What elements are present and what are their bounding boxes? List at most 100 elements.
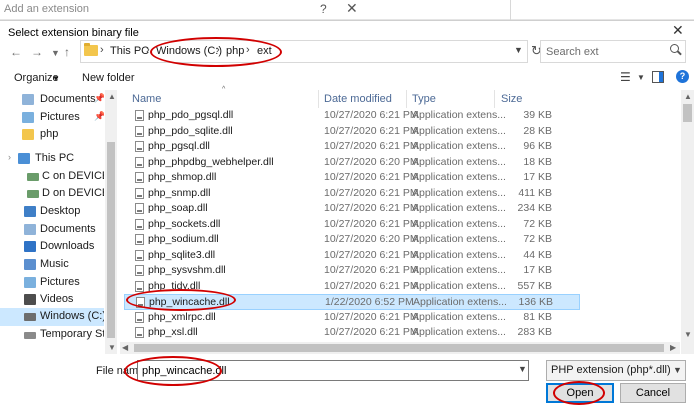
nav-item-d-on-device[interactable]: D on DEVICE-DE <box>0 185 104 203</box>
file-type-cell: Application extens... <box>412 233 506 245</box>
scroll-left-icon[interactable]: ◀ <box>122 343 128 352</box>
column-divider[interactable] <box>406 90 407 108</box>
file-type-cell: Application extens... <box>413 296 507 308</box>
nav-item-pictures[interactable]: Pictures <box>0 274 104 292</box>
search-icon[interactable] <box>670 44 679 53</box>
nav-item-this-pc[interactable]: › This PC <box>0 150 104 168</box>
nav-item-windows-c[interactable]: Windows (C:) <box>0 308 104 326</box>
date-modified-cell: 10/27/2020 6:21 PM <box>324 326 419 338</box>
scroll-right-icon[interactable]: ▶ <box>670 343 676 352</box>
table-row[interactable]: php_phpdbg_webhelper.dll 10/27/2020 6:20 … <box>124 155 580 171</box>
back-arrow-icon[interactable]: ← <box>10 45 22 59</box>
nav-item-documents-quick[interactable]: Documents 📌 <box>0 91 104 109</box>
nav-item-label: Documents <box>40 223 96 235</box>
file-type-cell: Application extens... <box>412 171 506 183</box>
file-name-cell: php_sockets.dll <box>148 217 221 230</box>
table-row[interactable]: php_soap.dll 10/27/2020 6:21 PM Applicatio… <box>124 201 580 217</box>
date-modified-cell: 10/27/2020 6:20 PM <box>324 155 419 168</box>
nav-item-temporary-storage[interactable]: Temporary Stora <box>0 326 104 344</box>
documents-icon <box>24 224 36 235</box>
view-dropdown-icon[interactable]: ▼ <box>637 73 645 82</box>
nav-item-desktop[interactable]: Desktop <box>0 203 104 221</box>
column-divider[interactable] <box>318 90 319 108</box>
nav-scrollbar-thumb[interactable] <box>107 142 115 338</box>
table-row[interactable]: php_pdo_sqlite.dll 10/27/2020 6:21 PM Appl… <box>124 124 580 140</box>
dll-file-icon <box>135 141 144 152</box>
nav-item-videos[interactable]: Videos <box>0 291 104 309</box>
background-window-titlebar: Add an extension ? ✕ <box>0 0 694 20</box>
forward-arrow-icon[interactable]: → <box>31 45 43 59</box>
nav-item-php[interactable]: php <box>0 126 104 144</box>
nav-scroll-up-icon[interactable]: ▲ <box>108 92 116 101</box>
date-modified-cell: 10/27/2020 6:21 PM <box>324 186 419 199</box>
help-circle-icon[interactable]: ? <box>676 70 689 83</box>
dll-file-icon <box>135 265 144 276</box>
table-row[interactable]: php_sqlite3.dll 10/27/2020 6:21 PM Applica… <box>124 248 580 264</box>
nav-item-pictures-quick[interactable]: Pictures 📌 <box>0 109 104 127</box>
organize-dropdown-icon[interactable]: ▼ <box>52 74 60 83</box>
column-divider[interactable] <box>494 90 495 108</box>
dialog-close-icon[interactable]: ✕ <box>672 22 684 39</box>
column-header-type[interactable]: Type <box>412 93 436 105</box>
list-scrollbar[interactable] <box>681 90 694 354</box>
address-dropdown-icon[interactable]: ▼ <box>514 45 523 55</box>
network-drive-icon <box>27 173 39 181</box>
table-row[interactable]: php_sysvshm.dll 10/27/2020 6:21 PM Applica… <box>124 263 580 279</box>
date-modified-cell: 10/27/2020 6:21 PM <box>324 140 419 152</box>
nav-item-music[interactable]: Music <box>0 256 104 274</box>
file-type-select[interactable]: PHP extension (php*.dll) ▼ <box>546 360 686 381</box>
nav-item-downloads[interactable]: Downloads <box>0 238 104 256</box>
nav-item-label: Downloads <box>40 240 95 252</box>
view-options-icon[interactable]: ☰ <box>620 70 631 84</box>
file-size-cell: 72 KB <box>523 233 552 245</box>
folder-icon <box>22 129 34 140</box>
expand-chevron-icon[interactable]: › <box>8 152 11 162</box>
file-name-cell: php_pdo_sqlite.dll <box>148 124 233 137</box>
recent-locations-icon[interactable]: ▼ <box>51 48 60 58</box>
nav-item-c-on-device[interactable]: C on DEVICE-DE <box>0 168 104 186</box>
file-type-cell: Application extens... <box>412 264 506 276</box>
dll-file-icon <box>135 156 144 168</box>
table-row[interactable]: php_sockets.dll 10/27/2020 6:21 PM Applica… <box>124 217 580 233</box>
column-header-date[interactable]: Date modified <box>324 93 392 105</box>
table-row[interactable]: php_xmlrpc.dll 10/27/2020 6:21 PM Applicat… <box>124 310 580 326</box>
annotation-circle-file-name <box>124 356 222 386</box>
preview-pane-icon[interactable] <box>652 71 664 83</box>
file-type-cell: Application extens... <box>412 310 506 323</box>
breadcrumb-this-pc[interactable]: This PC <box>110 45 149 57</box>
file-size-cell: 283 KB <box>517 326 552 338</box>
nav-item-label: D on DEVICE-DE <box>42 187 104 199</box>
dll-file-icon <box>135 311 144 323</box>
new-folder-button[interactable]: New folder <box>82 72 135 84</box>
file-name-cell: php_snmp.dll <box>148 186 211 199</box>
list-scroll-up-icon[interactable]: ▲ <box>684 92 692 101</box>
table-row[interactable]: php_snmp.dll 10/27/2020 6:21 PM Applicatio… <box>124 186 580 202</box>
file-name-cell: php_sqlite3.dll <box>148 248 216 261</box>
list-scrollbar-thumb[interactable] <box>683 104 692 122</box>
date-modified-cell: 10/27/2020 6:21 PM <box>324 279 419 292</box>
breadcrumb-separator: › <box>146 44 150 56</box>
nav-item-label: C on DEVICE-DE <box>42 170 104 182</box>
table-row[interactable]: php_shmop.dll 10/27/2020 6:21 PM Applicati… <box>124 170 580 186</box>
dll-file-icon <box>135 125 144 137</box>
annotation-circle-address <box>150 37 282 67</box>
table-row[interactable]: php_pdo_pgsql.dll 10/27/2020 6:21 PM Appli… <box>124 108 580 124</box>
nav-scroll-down-icon[interactable]: ▼ <box>108 343 116 352</box>
search-placeholder: Search ext <box>546 46 599 58</box>
cancel-button[interactable]: Cancel <box>620 383 686 403</box>
up-arrow-icon[interactable]: ↑ <box>64 45 70 59</box>
file-name-dropdown-icon[interactable]: ▼ <box>518 364 527 374</box>
column-header-size[interactable]: Size <box>501 93 522 105</box>
file-size-cell: 17 KB <box>523 171 552 183</box>
column-header-name[interactable]: Name <box>132 93 161 105</box>
horizontal-scrollbar-thumb[interactable] <box>134 344 664 352</box>
background-close-icon[interactable]: ✕ <box>346 0 358 17</box>
file-name-cell: php_pdo_pgsql.dll <box>148 109 234 121</box>
file-type-cell: Application extens... <box>412 217 506 230</box>
table-row[interactable]: php_xsl.dll 10/27/2020 6:21 PM Application… <box>124 325 580 341</box>
table-row[interactable]: php_pgsql.dll 10/27/2020 6:21 PM Applicati… <box>124 139 580 155</box>
nav-item-documents[interactable]: Documents <box>0 221 104 239</box>
list-scroll-down-icon[interactable]: ▼ <box>684 330 692 339</box>
help-icon[interactable]: ? <box>320 2 327 16</box>
table-row[interactable]: php_sodium.dll 10/27/2020 6:20 PM Applicat… <box>124 232 580 248</box>
